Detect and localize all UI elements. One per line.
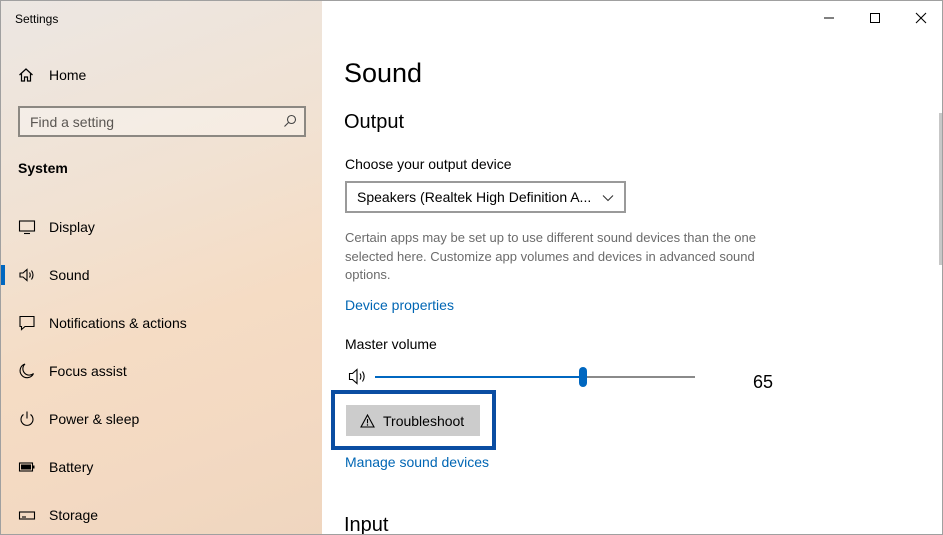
volume-icon[interactable] [348,368,368,385]
display-icon [18,220,36,235]
master-volume-label: Master volume [345,336,437,352]
sidebar-item-label: Focus assist [49,363,127,379]
manage-sound-devices-link[interactable]: Manage sound devices [345,454,489,470]
sidebar-item-label: Battery [49,459,94,475]
search-icon[interactable] [283,114,297,128]
close-icon [915,12,927,24]
home-label: Home [49,67,87,83]
app-title: Settings [15,12,59,26]
section-label-system: System [18,160,68,176]
output-heading: Output [344,111,405,133]
home-icon [19,68,33,82]
sidebar-item-label: Display [49,219,95,235]
sidebar-item-storage[interactable]: Storage [1,495,322,534]
volume-value: 65 [753,372,774,392]
sidebar-item-sound[interactable]: Sound [1,255,322,295]
sidebar-item-battery[interactable]: Battery [1,447,322,487]
sidebar-home[interactable]: Home [18,65,86,85]
minimize-button[interactable] [806,1,852,35]
search-box[interactable] [18,106,306,137]
sidebar-item-label: Power & sleep [49,411,140,427]
maximize-button[interactable] [852,1,898,35]
content-pane: Sound Output Choose your output device S… [322,1,942,535]
search-input[interactable] [20,108,270,135]
sidebar-item-notifications[interactable]: Notifications & actions [1,303,322,343]
sidebar-item-display[interactable]: Display [1,207,322,247]
close-button[interactable] [898,1,942,35]
slider-thumb[interactable] [579,367,587,387]
output-device-label: Choose your output device [345,156,512,172]
device-properties-link[interactable]: Device properties [345,297,454,313]
sidebar: Settings Home System Display [1,1,322,534]
battery-icon [18,462,35,472]
chevron-down-icon [602,195,614,202]
window-controls [806,1,942,35]
sidebar-item-power-sleep[interactable]: Power & sleep [1,399,322,439]
power-icon [20,411,34,426]
notifications-icon [19,315,35,331]
troubleshoot-button[interactable]: Troubleshoot [346,405,480,436]
selected-indicator [1,265,5,285]
maximize-icon [870,13,880,23]
warning-icon [360,413,375,428]
slider-fill [375,376,583,378]
output-description: Certain apps may be set up to use differ… [345,230,756,282]
master-volume-slider[interactable] [375,367,695,387]
output-device-value: Speakers (Realtek High Definition A... [357,189,592,205]
storage-icon [18,511,36,520]
moon-icon [19,363,35,379]
minimize-icon [824,17,834,19]
troubleshoot-label: Troubleshoot [383,412,465,429]
input-heading: Input [344,514,389,535]
scrollbar[interactable] [939,113,942,265]
settings-window: Settings Home System Display [0,0,943,535]
output-device-dropdown[interactable]: Speakers (Realtek High Definition A... [345,181,626,213]
speaker-icon [19,268,34,282]
sidebar-item-focus-assist[interactable]: Focus assist [1,351,322,391]
sidebar-item-label: Sound [49,267,90,283]
sidebar-item-label: Notifications & actions [49,315,187,331]
page-title: Sound [344,58,423,88]
sidebar-item-label: Storage [49,507,99,523]
